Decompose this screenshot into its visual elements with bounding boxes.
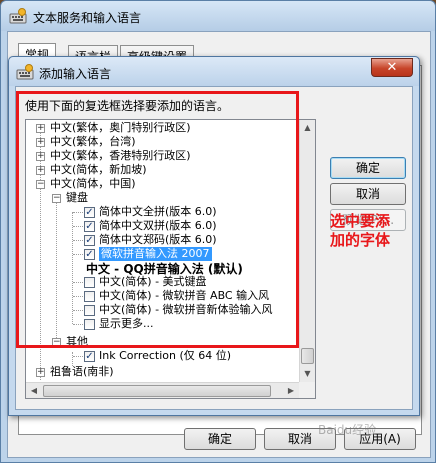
vertical-scrollbar[interactable]: ▲ ▼ bbox=[299, 120, 315, 382]
outer-title-bar: 文本服务和输入语言 bbox=[1, 1, 435, 31]
checkbox-show-more[interactable] bbox=[84, 319, 95, 330]
collapse-icon[interactable]: − bbox=[36, 180, 45, 189]
tree-item-zh-singapore[interactable]: 中文(简体，新加坡) bbox=[50, 163, 147, 177]
checkbox-ink-correction[interactable]: ✓ bbox=[84, 351, 95, 362]
instruction-text: 使用下面的复选框选择要添加的语言。 bbox=[25, 99, 230, 113]
dialog-ok-button[interactable]: 确定 bbox=[330, 157, 406, 179]
outer-window-title: 文本服务和输入语言 bbox=[33, 11, 142, 25]
expand-icon[interactable]: + bbox=[36, 124, 45, 133]
tree-item-ms-pinyin-abc[interactable]: 中文(简体) - 微软拼音 ABC 输入风 bbox=[99, 289, 269, 303]
checkbox-zhengma[interactable]: ✓ bbox=[84, 235, 95, 246]
horizontal-scroll-thumb[interactable] bbox=[43, 385, 271, 397]
tree-guide-line bbox=[73, 356, 83, 357]
tree-item-us-keyboard[interactable]: 中文(简体) - 美式键盘 bbox=[99, 275, 207, 289]
tree-item-ink-correction[interactable]: Ink Correction (仅 64 位) bbox=[99, 349, 231, 363]
checkbox-us-keyboard[interactable] bbox=[84, 277, 95, 288]
checkbox-ms-pinyin-2007[interactable]: ✓ bbox=[84, 249, 95, 260]
tree-item-ms-pinyin-new[interactable]: 中文(简体) - 微软拼音新体验输入风 bbox=[99, 303, 273, 317]
horizontal-scrollbar[interactable]: ◀ ▶ bbox=[26, 382, 299, 398]
tree-guide-line bbox=[73, 212, 83, 213]
expand-icon[interactable]: + bbox=[36, 152, 45, 161]
language-tree[interactable]: + 中文(繁体，奥门特别行政区) + 中文(繁体，台湾) + 中文(繁体，香港特… bbox=[25, 119, 316, 399]
dialog-cancel-button[interactable]: 取消 bbox=[330, 183, 406, 205]
tree-guide-line bbox=[73, 240, 83, 241]
scroll-up-arrow-icon[interactable]: ▲ bbox=[300, 120, 315, 136]
checkbox-quanpin[interactable]: ✓ bbox=[84, 207, 95, 218]
collapse-icon[interactable]: − bbox=[52, 194, 61, 203]
scroll-left-arrow-icon[interactable]: ◀ bbox=[26, 383, 42, 399]
tree-item-other-group[interactable]: 其他 bbox=[66, 335, 88, 349]
dialog-title: 添加输入语言 bbox=[39, 67, 112, 81]
tree-guide-line bbox=[72, 212, 73, 324]
outer-ok-button[interactable]: 确定 bbox=[184, 428, 256, 450]
tree-item-keyboard-group[interactable]: 键盘 bbox=[66, 191, 88, 205]
scroll-corner bbox=[299, 382, 315, 398]
tree-item-zulu[interactable]: 祖鲁语(南非) bbox=[50, 365, 114, 379]
collapse-icon[interactable]: − bbox=[52, 338, 61, 347]
tree-guide-line bbox=[73, 226, 83, 227]
keyboard-app-icon bbox=[16, 64, 34, 80]
tree-item-zhengma[interactable]: 简体中文郑码(版本 6.0) bbox=[99, 233, 217, 247]
checkbox-ms-pinyin-abc[interactable] bbox=[84, 291, 95, 302]
tree-guide-line bbox=[73, 282, 83, 283]
tree-guide-line bbox=[72, 352, 73, 366]
annotation-text: 选中要添加的字体 bbox=[330, 212, 391, 249]
close-icon[interactable]: ✕ bbox=[371, 58, 413, 77]
tree-item-quanpin[interactable]: 简体中文全拼(版本 6.0) bbox=[99, 205, 217, 219]
tree-guide-line bbox=[56, 198, 57, 338]
expand-icon[interactable]: + bbox=[36, 138, 45, 147]
tree-guide-line bbox=[73, 310, 83, 311]
scroll-down-arrow-icon[interactable]: ▼ bbox=[300, 366, 315, 382]
tree-item-shuangpin[interactable]: 简体中文双拼(版本 6.0) bbox=[99, 219, 217, 233]
tree-guide-line bbox=[73, 254, 83, 255]
tree-item-zh-china[interactable]: 中文(简体，中国) bbox=[50, 177, 136, 191]
keyboard-app-icon bbox=[9, 8, 27, 24]
checkbox-shuangpin[interactable]: ✓ bbox=[84, 221, 95, 232]
tree-item-ms-pinyin-2007[interactable]: 微软拼音输入法 2007 bbox=[99, 247, 212, 261]
expand-icon[interactable]: + bbox=[36, 166, 45, 175]
tree-guide-line bbox=[73, 324, 83, 325]
tree-item-qq-pinyin-default: 中文 - QQ拼音输入法 (默认) bbox=[86, 262, 243, 276]
dialog-title-bar: 添加输入语言 ✕ bbox=[9, 57, 419, 86]
expand-icon[interactable]: + bbox=[36, 368, 45, 377]
tree-item-show-more[interactable]: 显示更多... bbox=[99, 317, 154, 331]
tree-guide-line bbox=[73, 296, 83, 297]
watermark-text: Baidu经验 bbox=[318, 423, 377, 437]
tree-item-zh-taiwan[interactable]: 中文(繁体，台湾) bbox=[50, 135, 136, 149]
vertical-scroll-thumb[interactable] bbox=[301, 348, 314, 364]
scroll-right-arrow-icon[interactable]: ▶ bbox=[283, 383, 299, 399]
tree-item-zh-hongkong[interactable]: 中文(繁体，香港特别行政区) bbox=[50, 149, 191, 163]
checkbox-ms-pinyin-new[interactable] bbox=[84, 305, 95, 316]
tree-item-zh-macao[interactable]: 中文(繁体，奥门特别行政区) bbox=[50, 121, 191, 135]
